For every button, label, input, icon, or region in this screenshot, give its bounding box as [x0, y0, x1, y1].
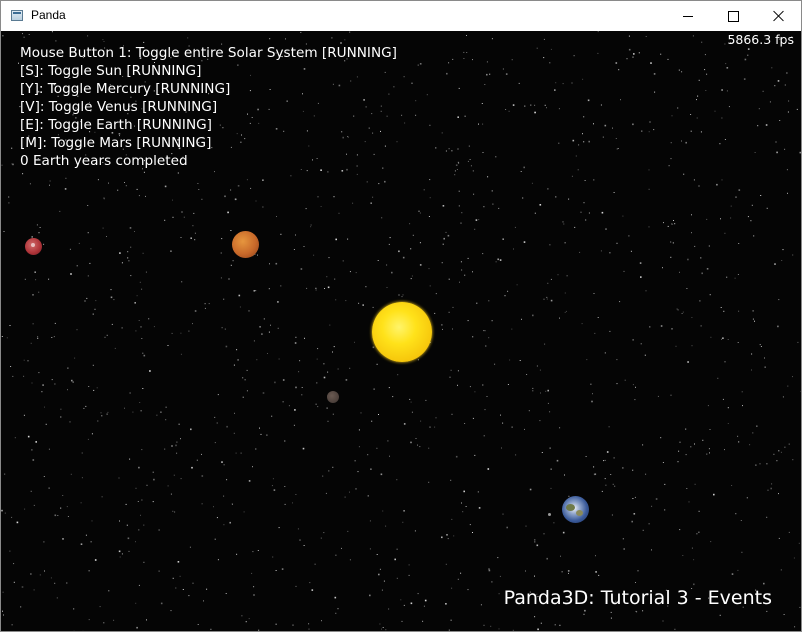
render-viewport[interactable]: Mouse Button 1: Toggle entire Solar Syst… [1, 31, 801, 631]
instruction-line-earth: [E]: Toggle Earth [RUNNING] [20, 117, 212, 133]
venus-planet [232, 231, 259, 258]
instructions-overlay: Mouse Button 1: Toggle entire Solar Syst… [20, 44, 397, 170]
panda-window: Panda Mouse Button 1: Toggle entire Sola… [0, 0, 802, 632]
earth-planet [562, 496, 589, 523]
mercury-planet [327, 391, 339, 403]
mars-planet [25, 238, 42, 255]
instruction-line-sun: [S]: Toggle Sun [RUNNING] [20, 63, 202, 79]
instruction-line-mars: [M]: Toggle Mars [RUNNING] [20, 135, 212, 151]
title-bar[interactable]: Panda [1, 1, 801, 31]
fps-meter: 5866.3 fps [727, 32, 794, 47]
close-button[interactable] [756, 1, 801, 31]
app-icon [11, 10, 23, 21]
instruction-line-mercury: [Y]: Toggle Mercury [RUNNING] [20, 81, 231, 97]
minimize-button[interactable] [665, 1, 711, 31]
maximize-button[interactable] [711, 1, 757, 31]
instruction-line-venus: [V]: Toggle Venus [RUNNING] [20, 99, 218, 115]
window-title: Panda [31, 8, 66, 22]
sun [372, 302, 432, 362]
tutorial-title: Panda3D: Tutorial 3 - Events [503, 587, 772, 609]
instruction-line-mouse: Mouse Button 1: Toggle entire Solar Syst… [20, 45, 397, 61]
moon [548, 513, 551, 516]
earth-years-counter: 0 Earth years completed [20, 153, 188, 169]
